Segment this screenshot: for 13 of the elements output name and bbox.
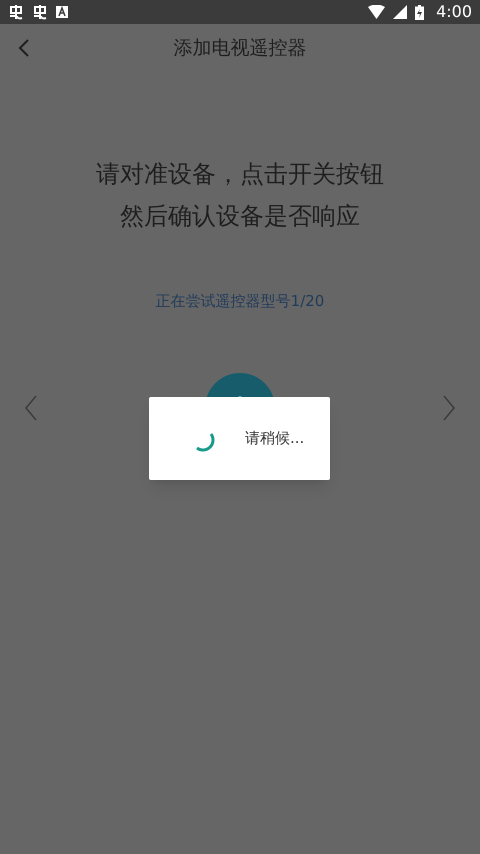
battery-charging-icon [415, 4, 424, 20]
chevron-right-icon[interactable] [442, 394, 456, 420]
chevron-left-icon[interactable] [24, 394, 38, 420]
back-icon[interactable] [18, 38, 30, 58]
clock-time: 4:00 [436, 1, 472, 23]
progress-text: 正在尝试遥控器型号1/20 [156, 291, 324, 312]
keyboard-a-icon [56, 6, 68, 18]
signal-icon [393, 5, 408, 19]
wifi-icon [368, 5, 386, 19]
page-title: 添加电视遥控器 [174, 36, 306, 61]
dialog-message: 请稍候... [245, 428, 304, 450]
instruction-text: 请对准设备，点击开关按钮 [96, 159, 384, 190]
instruction-text: 然后确认设备是否响应 [120, 201, 360, 232]
